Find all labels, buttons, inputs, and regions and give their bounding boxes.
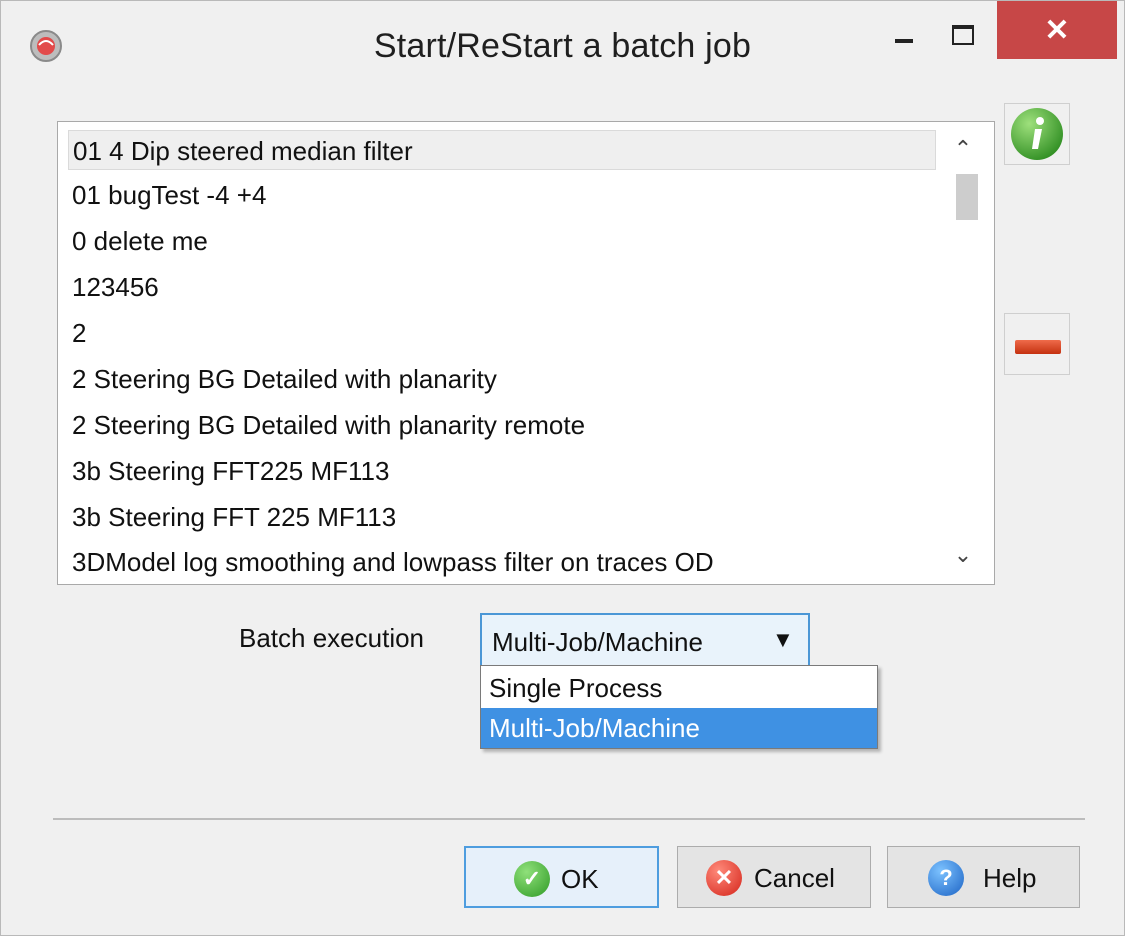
separator [53, 818, 1085, 820]
title-bar[interactable]: Start/ReStart a batch job ✕ [1, 1, 1124, 91]
list-item[interactable]: 3b Steering FFT225 MF113 [68, 451, 936, 491]
option-single-process[interactable]: Single Process [481, 668, 877, 708]
batch-execution-value: Multi-Job/Machine [492, 627, 703, 657]
info-icon [1011, 108, 1063, 160]
list-item[interactable]: 0 delete me [68, 221, 936, 261]
scroll-up-icon[interactable]: ⌃ [938, 136, 988, 172]
batch-job-dialog: Start/ReStart a batch job ✕ 01 4 Dip ste… [0, 0, 1125, 936]
cancel-icon: ✕ [706, 860, 742, 896]
help-label: Help [983, 863, 1037, 893]
list-item[interactable]: 2 Steering BG Detailed with planarity re… [68, 405, 936, 445]
ok-button[interactable]: ✓ OK [464, 846, 659, 908]
vertical-scrollbar[interactable]: ⌃ ⌄ [938, 122, 988, 584]
list-item[interactable]: 123456 [68, 267, 936, 307]
list-item[interactable]: 01 bugTest -4 +4 [68, 175, 936, 215]
info-button[interactable] [1004, 103, 1070, 165]
minimize-button[interactable] [889, 1, 943, 59]
list-item[interactable]: 2 [68, 313, 936, 353]
check-icon: ✓ [514, 861, 550, 897]
ok-label: OK [561, 864, 599, 894]
list-item[interactable]: 01 4 Dip steered median filter [68, 130, 936, 170]
help-icon: ? [928, 860, 964, 896]
minimize-icon [895, 39, 913, 43]
list-item[interactable]: 3b Steering FFT 225 MF113 [68, 497, 936, 537]
chevron-down-icon: ▼ [772, 627, 794, 652]
cancel-button[interactable]: ✕ Cancel [677, 846, 871, 908]
maximize-icon [952, 25, 974, 45]
batch-execution-select[interactable]: Multi-Job/Machine ▼ [480, 613, 810, 667]
close-icon: ✕ [1044, 14, 1070, 47]
remove-icon [1015, 340, 1061, 354]
help-button[interactable]: ? Help [887, 846, 1080, 908]
list-item[interactable]: 3DModel log smoothing and lowpass filter… [68, 542, 936, 582]
close-button[interactable]: ✕ [997, 1, 1117, 59]
maximize-button[interactable] [941, 1, 995, 59]
batch-execution-dropdown: Single Process Multi-Job/Machine [480, 665, 878, 749]
remove-button[interactable] [1004, 313, 1070, 375]
option-multi-job-machine[interactable]: Multi-Job/Machine [481, 708, 877, 748]
batch-jobs-list[interactable]: 01 4 Dip steered median filter 01 bugTes… [57, 121, 995, 585]
batch-execution-label: Batch execution [239, 623, 425, 653]
scroll-down-icon[interactable]: ⌄ [938, 542, 988, 578]
list-item[interactable]: 2 Steering BG Detailed with planarity [68, 359, 936, 399]
cancel-label: Cancel [754, 863, 835, 893]
scroll-thumb[interactable] [956, 174, 978, 220]
